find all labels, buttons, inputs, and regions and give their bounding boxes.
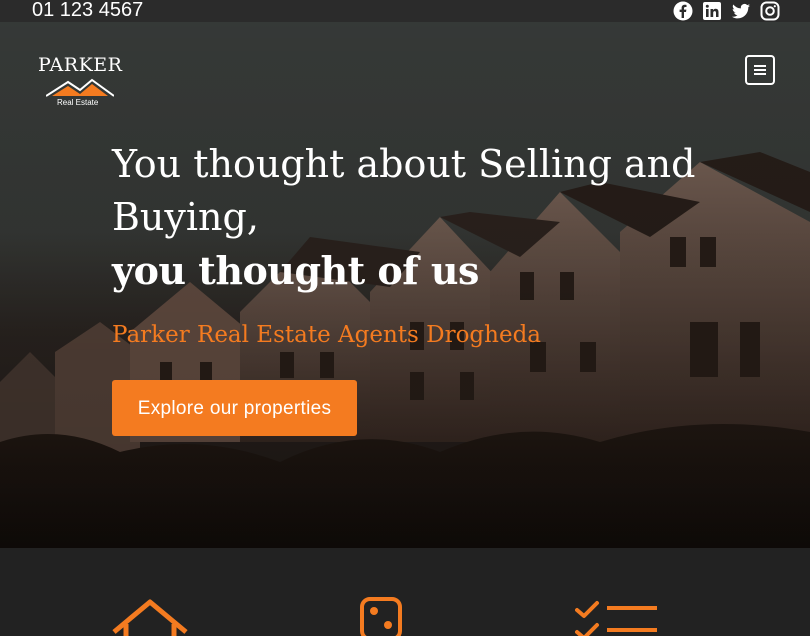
headline-line-2: you thought of us (112, 248, 479, 293)
explore-properties-button[interactable]: Explore our properties (112, 380, 357, 436)
top-bar: 01 123 4567 (0, 0, 810, 22)
roof-logo-icon (46, 78, 114, 97)
facebook-icon[interactable] (673, 1, 693, 21)
twitter-icon[interactable] (731, 1, 751, 21)
features-section (0, 548, 810, 636)
dice-icon (360, 597, 402, 636)
logo-subtitle: Real Estate (57, 98, 99, 107)
social-links (673, 1, 780, 21)
linkedin-icon[interactable] (702, 1, 722, 21)
logo-name: PARKER (38, 54, 123, 76)
phone-number[interactable]: 01 123 4567 (32, 0, 143, 23)
menu-button[interactable] (745, 55, 775, 85)
site-logo[interactable]: PARKER Real Estate (36, 54, 130, 112)
hero-section: PARKER Real Estate You thought about Sel… (0, 22, 810, 548)
hero-headline: You thought about Selling and Buying, yo… (112, 138, 712, 298)
house-icon (112, 599, 188, 636)
checklist-icon (575, 601, 657, 636)
hero-subheading: Parker Real Estate Agents Drogheda (112, 322, 542, 348)
instagram-icon[interactable] (760, 1, 780, 21)
headline-line-1: You thought about Selling and Buying, (112, 142, 696, 239)
hamburger-icon (754, 65, 766, 75)
